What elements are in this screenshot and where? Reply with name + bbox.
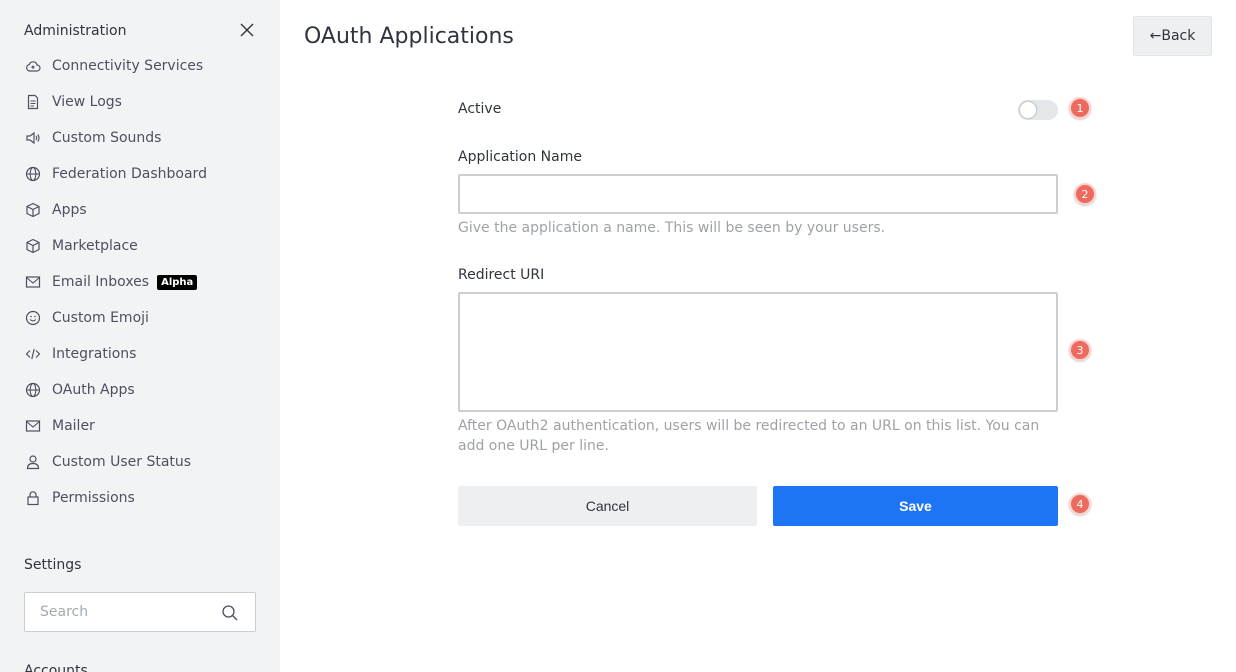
mail-icon [24,417,42,435]
marker-1: 1 [1069,97,1091,119]
cube-icon [24,201,42,219]
back-button[interactable]: ←Back [1133,16,1212,56]
globe-icon [24,381,42,399]
page-title: OAuth Applications [304,24,514,49]
sidebar-item-label: Custom Emoji [52,310,149,326]
sidebar-item-custom-user-status[interactable]: Custom User Status [24,444,264,480]
application-name-label: Application Name [458,149,582,165]
sidebar-item-connectivity-services[interactable]: Connectivity Services [24,48,264,84]
sidebar-item-label: Integrations [52,346,137,362]
speaker-icon [24,129,42,147]
sidebar-item-integrations[interactable]: Integrations [24,336,264,372]
sidebar-item-permissions[interactable]: Permissions [24,480,264,516]
search-icon[interactable] [221,604,239,622]
application-name-hint: Give the application a name. This will b… [458,220,886,236]
cube-icon [24,237,42,255]
sidebar-item-label: Federation Dashboard [52,166,207,182]
redirect-uri-textarea[interactable] [458,292,1058,412]
sidebar-item-label: OAuth Apps [52,382,135,398]
sidebar-item-label: Custom Sounds [52,130,162,146]
sidebar-item-label: View Logs [52,94,122,110]
sidebar-item-oauth-apps[interactable]: OAuth Apps [24,372,264,408]
sidebar-item-label: Email Inboxes [52,274,150,290]
sidebar-item-label: Mailer [52,418,95,434]
marker-2: 2 [1074,183,1096,205]
sidebar-item-federation-dashboard[interactable]: Federation Dashboard [24,156,264,192]
user-icon [24,453,42,471]
admin-nav: Connectivity Services View Logs Custom S… [24,48,264,516]
code-icon [24,345,42,363]
toggle-knob [1019,101,1037,119]
settings-search [24,592,256,632]
sidebar-item-label: Marketplace [52,238,138,254]
sidebar-item-view-logs[interactable]: View Logs [24,84,264,120]
sidebar-item-mailer[interactable]: Mailer [24,408,264,444]
accounts-title: Accounts [24,663,88,672]
lock-icon [24,489,42,507]
emoji-icon [24,309,42,327]
active-label: Active [458,101,502,117]
alpha-badge: Alpha [157,274,198,290]
sidebar-header: Administration [24,22,256,42]
sidebar-title: Administration [24,23,127,39]
cloud-icon [24,57,42,75]
sidebar-item-apps[interactable]: Apps [24,192,264,228]
sidebar-item-label: Permissions [52,490,135,506]
sidebar-item-label: Connectivity Services [52,58,204,74]
marker-4: 4 [1069,493,1091,515]
close-icon[interactable] [238,21,256,39]
active-toggle[interactable] [1018,100,1058,120]
search-input[interactable] [25,593,205,631]
application-name-input[interactable] [458,174,1058,214]
admin-sidebar: Administration Connectivity Services Vie… [0,0,280,672]
globe-icon [24,165,42,183]
sidebar-item-email-inboxes[interactable]: Email Inboxes Alpha [24,264,264,300]
redirect-uri-label: Redirect URI [458,267,545,283]
sidebar-item-label: Custom User Status [52,454,192,470]
marker-3: 3 [1069,339,1091,361]
mail-icon [24,273,42,291]
sidebar-item-custom-sounds[interactable]: Custom Sounds [24,120,264,156]
sidebar-item-label: Apps [52,202,87,218]
settings-title: Settings [24,557,82,573]
cancel-button[interactable]: Cancel [458,486,757,526]
file-icon [24,93,42,111]
sidebar-item-marketplace[interactable]: Marketplace [24,228,264,264]
sidebar-item-custom-emoji[interactable]: Custom Emoji [24,300,264,336]
redirect-uri-hint: After OAuth2 authentication, users will … [458,418,1040,454]
save-button[interactable]: Save [773,486,1058,526]
